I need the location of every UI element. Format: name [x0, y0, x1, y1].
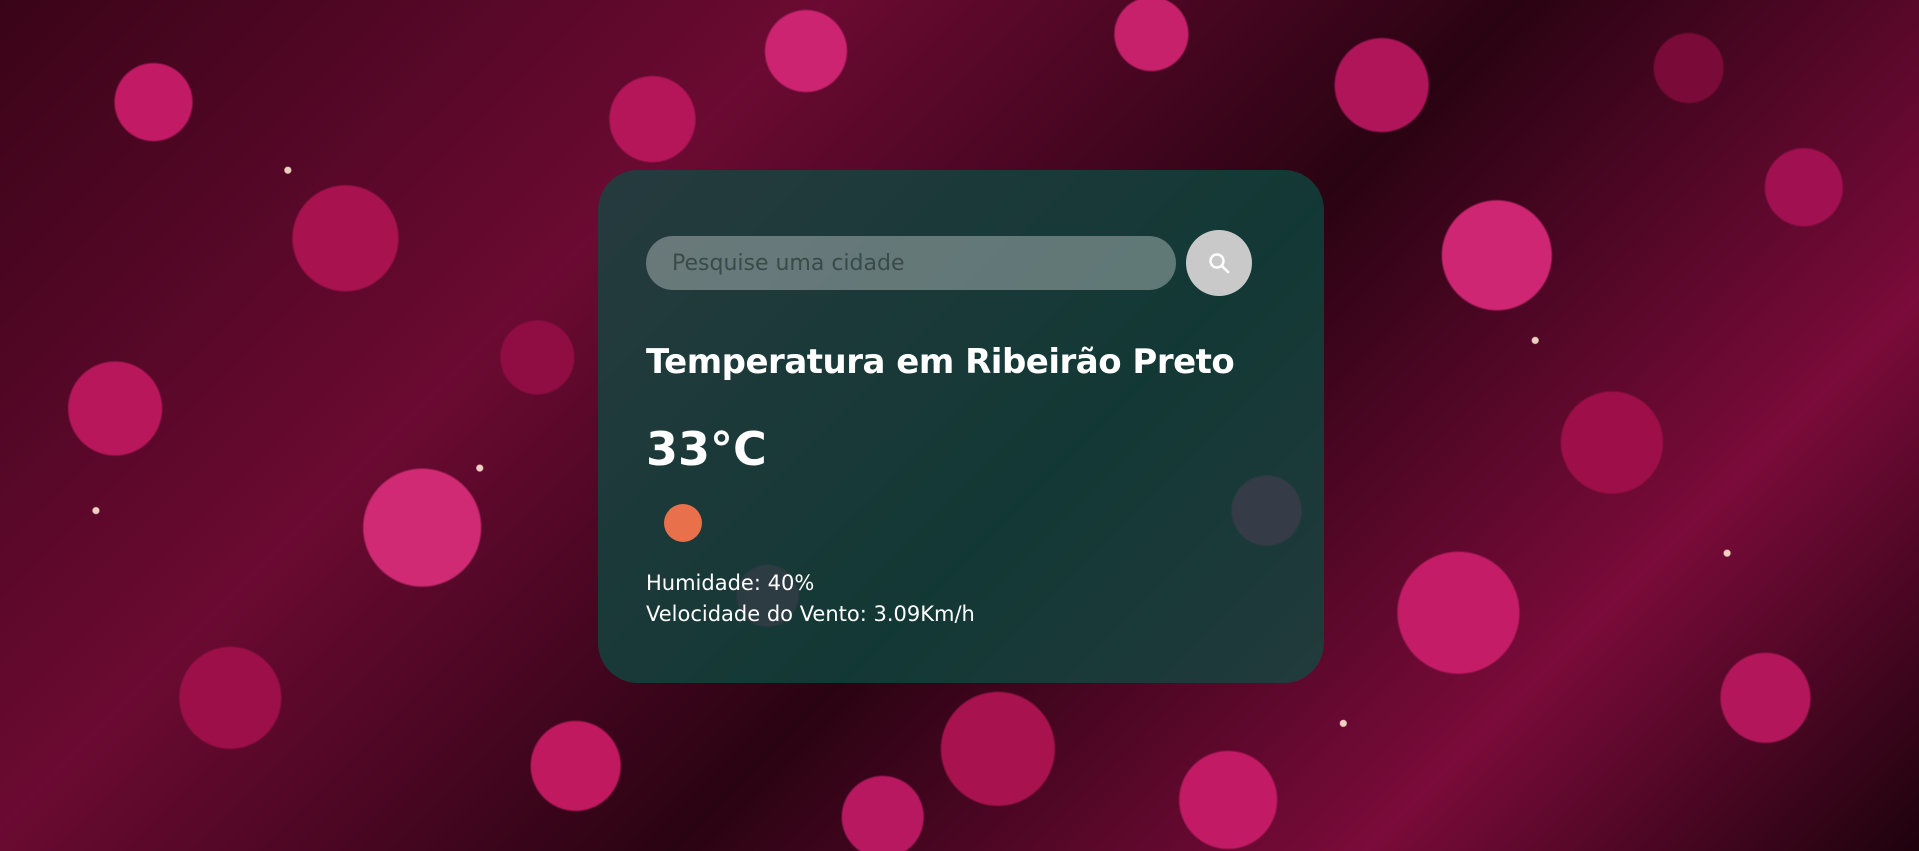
search-input[interactable] — [646, 236, 1176, 290]
weather-details: Humidade: 40% Velocidade do Vento: 3.09K… — [646, 568, 1276, 630]
search-button[interactable] — [1186, 230, 1252, 296]
wind-speed-text: Velocidade do Vento: 3.09Km/h — [646, 602, 975, 626]
humidity-text: Humidade: 40% — [646, 571, 815, 595]
search-bar — [646, 230, 1276, 296]
temperature-value: 33°C — [646, 422, 767, 476]
city-title: Temperatura em Ribeirão Preto — [646, 342, 1235, 382]
weather-card: Temperatura em Ribeirão Preto 33°C Humid… — [598, 170, 1324, 683]
search-icon — [1209, 253, 1230, 274]
background-flowers: Temperatura em Ribeirão Preto 33°C Humid… — [0, 0, 1919, 851]
sun-icon — [664, 504, 702, 542]
